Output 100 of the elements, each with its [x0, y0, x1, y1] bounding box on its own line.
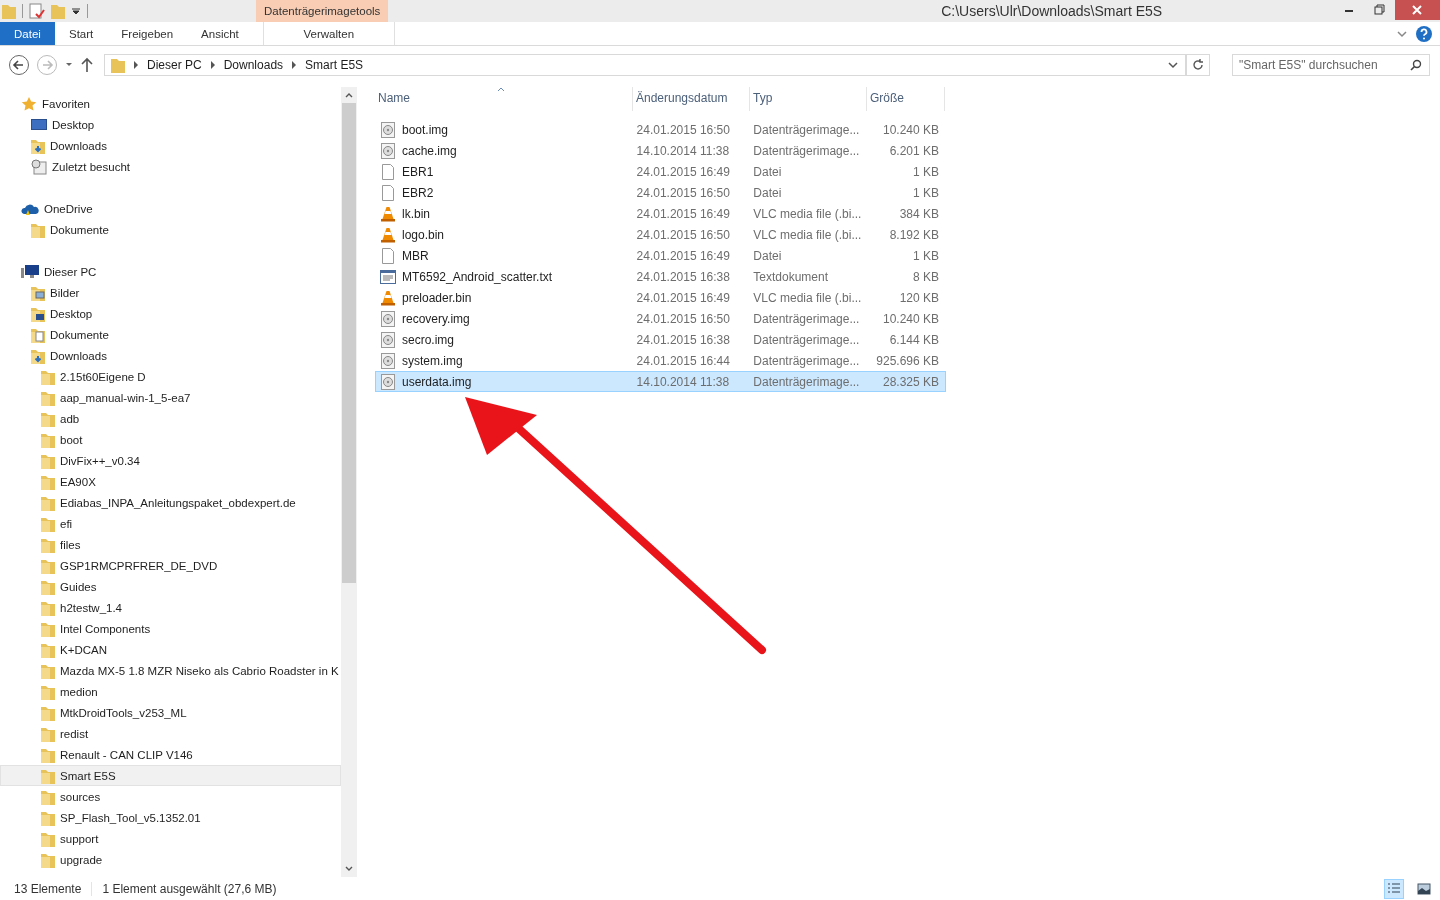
desktop-folder-icon: [31, 305, 45, 322]
sidebar-item[interactable]: medion: [0, 681, 341, 702]
download-folder-icon: [31, 347, 45, 364]
scrollbar[interactable]: [341, 87, 357, 877]
sidebar-item[interactable]: h2testw_1.4: [0, 597, 341, 618]
search-icon[interactable]: [1410, 59, 1422, 71]
sidebar-item[interactable]: Zuletzt besucht: [0, 156, 341, 177]
sidebar-item[interactable]: sources: [0, 786, 341, 807]
sidebar-item[interactable]: K+DCAN: [0, 639, 341, 660]
download-folder-icon: [31, 137, 45, 154]
file-name: userdata.img: [402, 374, 472, 389]
chevron-right-icon[interactable]: [133, 61, 139, 69]
sidebar-item[interactable]: Dieser PC: [0, 261, 341, 282]
breadcrumb-item[interactable]: Smart E5S: [305, 58, 364, 72]
file-row[interactable]: lk.bin 24.01.2015 16:49 VLC media file (.bi... 384 KB: [375, 203, 946, 224]
sidebar-item[interactable]: MtkDroidTools_v253_ML: [0, 702, 341, 723]
sidebar-item[interactable]: EA90X: [0, 471, 341, 492]
sidebar-item[interactable]: adb: [0, 408, 341, 429]
clock-document-icon: [31, 158, 47, 175]
dropdown-icon[interactable]: [71, 6, 81, 16]
ribbon-tab[interactable]: Freigeben: [107, 22, 188, 45]
sidebar-item[interactable]: Bilder: [0, 282, 341, 303]
file-tab[interactable]: Datei: [0, 22, 55, 45]
chevron-down-icon[interactable]: [1167, 60, 1179, 70]
chevron-right-icon[interactable]: [209, 61, 216, 69]
scroll-down-icon[interactable]: [344, 865, 354, 873]
sidebar-item[interactable]: boot: [0, 429, 341, 450]
breadcrumb-item[interactable]: Dieser PC: [147, 58, 202, 72]
folder-icon: [41, 599, 55, 616]
type-cell-text: Datenträgerimage...: [752, 143, 861, 158]
file-row[interactable]: MT6592_Android_scatter.txt 24.01.2015 16:38 Textdokument 8 KB: [375, 266, 946, 287]
file-row[interactable]: cache.img 14.10.2014 11:38 Datenträgerimage... 6.201 KB: [375, 140, 946, 161]
sidebar-item[interactable]: Mazda MX-5 1.8 MZR Niseko als Cabrio Roadster in K: [0, 660, 341, 681]
scroll-up-icon[interactable]: [344, 91, 354, 99]
folder-icon: [41, 452, 55, 469]
sidebar-item[interactable]: upgrade: [0, 849, 341, 870]
sidebar-item[interactable]: efi: [0, 513, 341, 534]
sidebar-item[interactable]: Renault - CAN CLIP V146: [0, 744, 341, 765]
sidebar-item[interactable]: support: [0, 828, 341, 849]
help-icon[interactable]: [1416, 25, 1432, 42]
sidebar-item[interactable]: OneDrive: [0, 198, 341, 219]
ribbon-tab[interactable]: Start: [55, 22, 108, 45]
column-header[interactable]: Typ: [750, 87, 867, 111]
size-cell-text: 384 KB: [898, 206, 940, 221]
sidebar-item[interactable]: Downloads: [0, 135, 341, 156]
breadcrumb-item[interactable]: Downloads: [223, 58, 284, 72]
folder-icon: [41, 410, 55, 427]
sidebar-item[interactable]: Guides: [0, 576, 341, 597]
search-field[interactable]: "Smart E5S" durchsuchen: [1232, 54, 1430, 76]
sidebar-item[interactable]: Dokumente: [0, 324, 341, 345]
chevron-down-icon[interactable]: [1396, 28, 1408, 39]
document-folder-icon: [31, 326, 45, 343]
type-cell-text: Datenträgerimage...: [752, 374, 861, 389]
sidebar-item[interactable]: Desktop: [0, 303, 341, 324]
file-row[interactable]: recovery.img 24.01.2015 16:50 Datenträgerimage... 10.240 KB: [375, 308, 946, 329]
size-cell-text: 28.325 KB: [881, 374, 940, 389]
back-icon[interactable]: [8, 54, 30, 76]
sidebar-item[interactable]: Smart E5S: [0, 765, 341, 786]
column-header[interactable]: Änderungsdatum: [633, 87, 750, 111]
ribbon-tab[interactable]: Ansicht: [187, 22, 253, 45]
sidebar-item[interactable]: redist: [0, 723, 341, 744]
refresh-icon[interactable]: [1191, 58, 1205, 72]
sidebar-item[interactable]: files: [0, 534, 341, 555]
sidebar-item[interactable]: Desktop: [0, 114, 341, 135]
folder-icon: [41, 662, 55, 679]
file-row[interactable]: boot.img 24.01.2015 16:50 Datenträgerimage... 10.240 KB: [375, 119, 946, 140]
up-arrow-icon[interactable]: [80, 57, 94, 73]
file-row[interactable]: secro.img 24.01.2015 16:38 Datenträgerimage... 6.144 KB: [375, 329, 946, 350]
sidebar-item[interactable]: GSP1RMCPRFRER_DE_DVD: [0, 555, 341, 576]
chevron-right-icon[interactable]: [291, 61, 298, 69]
sidebar-item[interactable]: 2.15t60Eigene D: [0, 366, 341, 387]
refresh-button[interactable]: [1186, 54, 1210, 76]
file-row[interactable]: preloader.bin 24.01.2015 16:49 VLC media file (.bi... 120 KB: [375, 287, 946, 308]
size-cell-text: 1 KB: [912, 248, 940, 263]
file-row[interactable]: EBR2 24.01.2015 16:50 Datei 1 KB: [375, 182, 946, 203]
sidebar-item[interactable]: SP_Flash_Tool_v5.1352.01: [0, 807, 341, 828]
sidebar-item[interactable]: Intel Components: [0, 618, 341, 639]
properties-icon[interactable]: [29, 3, 45, 19]
sidebar-item[interactable]: Ediabas_INPA_Anleitungspaket_obdexpert.de: [0, 492, 341, 513]
column-header[interactable]: Größe: [867, 87, 945, 111]
date-cell-text: 24.01.2015 16:49: [635, 290, 731, 305]
file-name: EBR1: [402, 164, 434, 179]
type-cell-text: Datei: [752, 164, 783, 179]
file-row[interactable]: system.img 24.01.2015 16:44 Datenträgerimage... 925.696 KB: [375, 350, 946, 371]
file-row[interactable]: MBR 24.01.2015 16:49 Datei 1 KB: [375, 245, 946, 266]
close-icon[interactable]: [1395, 0, 1440, 20]
window-title: C:\Users\Ulr\Downloads\Smart E5S: [940, 3, 1164, 19]
sidebar-item[interactable]: Dokumente: [0, 219, 341, 240]
sidebar-item[interactable]: Downloads: [0, 345, 341, 366]
folder-icon: [41, 830, 55, 847]
sidebar-item[interactable]: Favoriten: [0, 93, 341, 114]
folder-icon: [41, 620, 55, 637]
column-header[interactable]: Name: [375, 87, 633, 111]
file-row[interactable]: userdata.img 14.10.2014 11:38 Datenträgerimage... 28.325 KB: [375, 371, 946, 392]
sidebar-item[interactable]: aap_manual-win-1_5-ea7: [0, 387, 341, 408]
file-row[interactable]: EBR1 24.01.2015 16:49 Datei 1 KB: [375, 161, 946, 182]
dropdown-icon[interactable]: [64, 61, 74, 69]
file-row[interactable]: logo.bin 24.01.2015 16:50 VLC media file (.bi... 8.192 KB: [375, 224, 946, 245]
sidebar-item[interactable]: DivFix++_v0.34: [0, 450, 341, 471]
address-bar[interactable]: Dieser PC Downloads Smart E5S: [104, 54, 1186, 76]
